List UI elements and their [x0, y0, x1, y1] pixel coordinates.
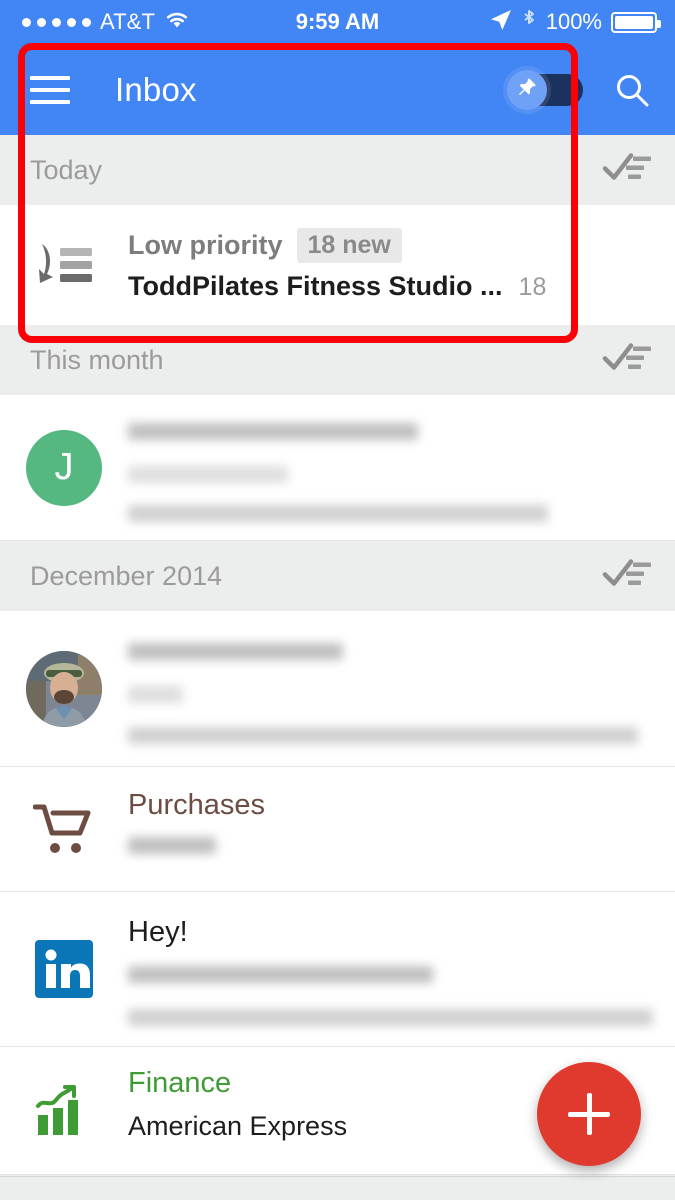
redacted-lines — [128, 611, 655, 744]
bluetooth-icon — [521, 8, 537, 37]
section-title: Today — [30, 154, 103, 185]
inbox-app-screen: AT&T 9:59 AM 100% Inbox Today Low priori… — [0, 0, 675, 1200]
pin-toggle-switch[interactable] — [507, 69, 583, 110]
table-row[interactable]: J — [0, 395, 675, 541]
section-title: This month — [30, 344, 164, 375]
battery-full-icon — [611, 11, 661, 33]
section-header-december-2014: December 2014 — [0, 541, 675, 611]
status-bar: AT&T 9:59 AM 100% — [0, 0, 675, 44]
redacted-content — [128, 395, 675, 522]
avatar: J — [0, 395, 128, 540]
list-item-low-priority-bundle[interactable]: Low priority 18 new ToddPilates Fitness … — [0, 205, 675, 325]
low-priority-title: Low priority — [128, 230, 283, 260]
page-title: Inbox — [115, 70, 197, 108]
list-item-bundle-social[interactable]: Hey! — [0, 892, 675, 1047]
avatar — [0, 611, 128, 766]
battery-percent-label: 100% — [545, 9, 602, 34]
sweep-done-icon[interactable] — [601, 340, 653, 381]
low-priority-icon — [0, 205, 128, 325]
list-bottom-strip — [0, 1176, 675, 1200]
bundle-title: Hey! — [128, 916, 188, 948]
bundle-body: Purchases — [128, 767, 675, 855]
inbox-list[interactable]: Today Low priority 18 new ToddPilates Fi… — [0, 135, 675, 1200]
contact-photo-avatar — [26, 650, 102, 727]
new-count-badge: 18 new — [296, 228, 402, 263]
bundle-title: Purchases — [128, 789, 266, 821]
status-bar-right: 100% — [490, 8, 661, 37]
table-row[interactable] — [0, 611, 675, 767]
section-header-this-month: This month — [0, 325, 675, 395]
finance-chart-icon — [0, 1047, 128, 1174]
section-header-today: Today — [0, 135, 675, 205]
low-priority-body: Low priority 18 new ToddPilates Fitness … — [128, 228, 675, 302]
redacted-lines — [128, 950, 655, 1027]
shopping-cart-icon — [0, 767, 128, 891]
section-title: December 2014 — [30, 560, 223, 591]
app-bar-actions — [507, 69, 651, 110]
pin-toggle-thumb — [507, 69, 547, 110]
bundle-body: Hey! — [128, 892, 675, 1027]
location-arrow-icon — [490, 9, 512, 36]
pin-icon — [516, 76, 538, 103]
low-priority-sender: ToddPilates Fitness Studio ... — [128, 271, 503, 301]
redacted-lines — [128, 823, 655, 855]
compose-fab-button[interactable] — [537, 1062, 641, 1166]
avatar-initial: J — [54, 446, 74, 488]
sweep-done-icon[interactable] — [601, 556, 653, 597]
list-item-bundle-purchases[interactable]: Purchases — [0, 767, 675, 892]
hamburger-menu-icon[interactable] — [30, 75, 70, 104]
linkedin-icon — [0, 892, 128, 1046]
low-priority-message-count: 18 — [518, 273, 547, 301]
sweep-done-icon[interactable] — [601, 150, 653, 191]
low-priority-preview: ToddPilates Fitness Studio ... 18 — [128, 271, 655, 302]
search-icon[interactable] — [613, 71, 651, 109]
app-bar: Inbox — [0, 44, 675, 135]
redacted-lines — [128, 395, 655, 522]
letter-avatar: J — [26, 429, 102, 506]
redacted-content — [128, 611, 675, 744]
low-priority-heading: Low priority 18 new — [128, 228, 655, 263]
